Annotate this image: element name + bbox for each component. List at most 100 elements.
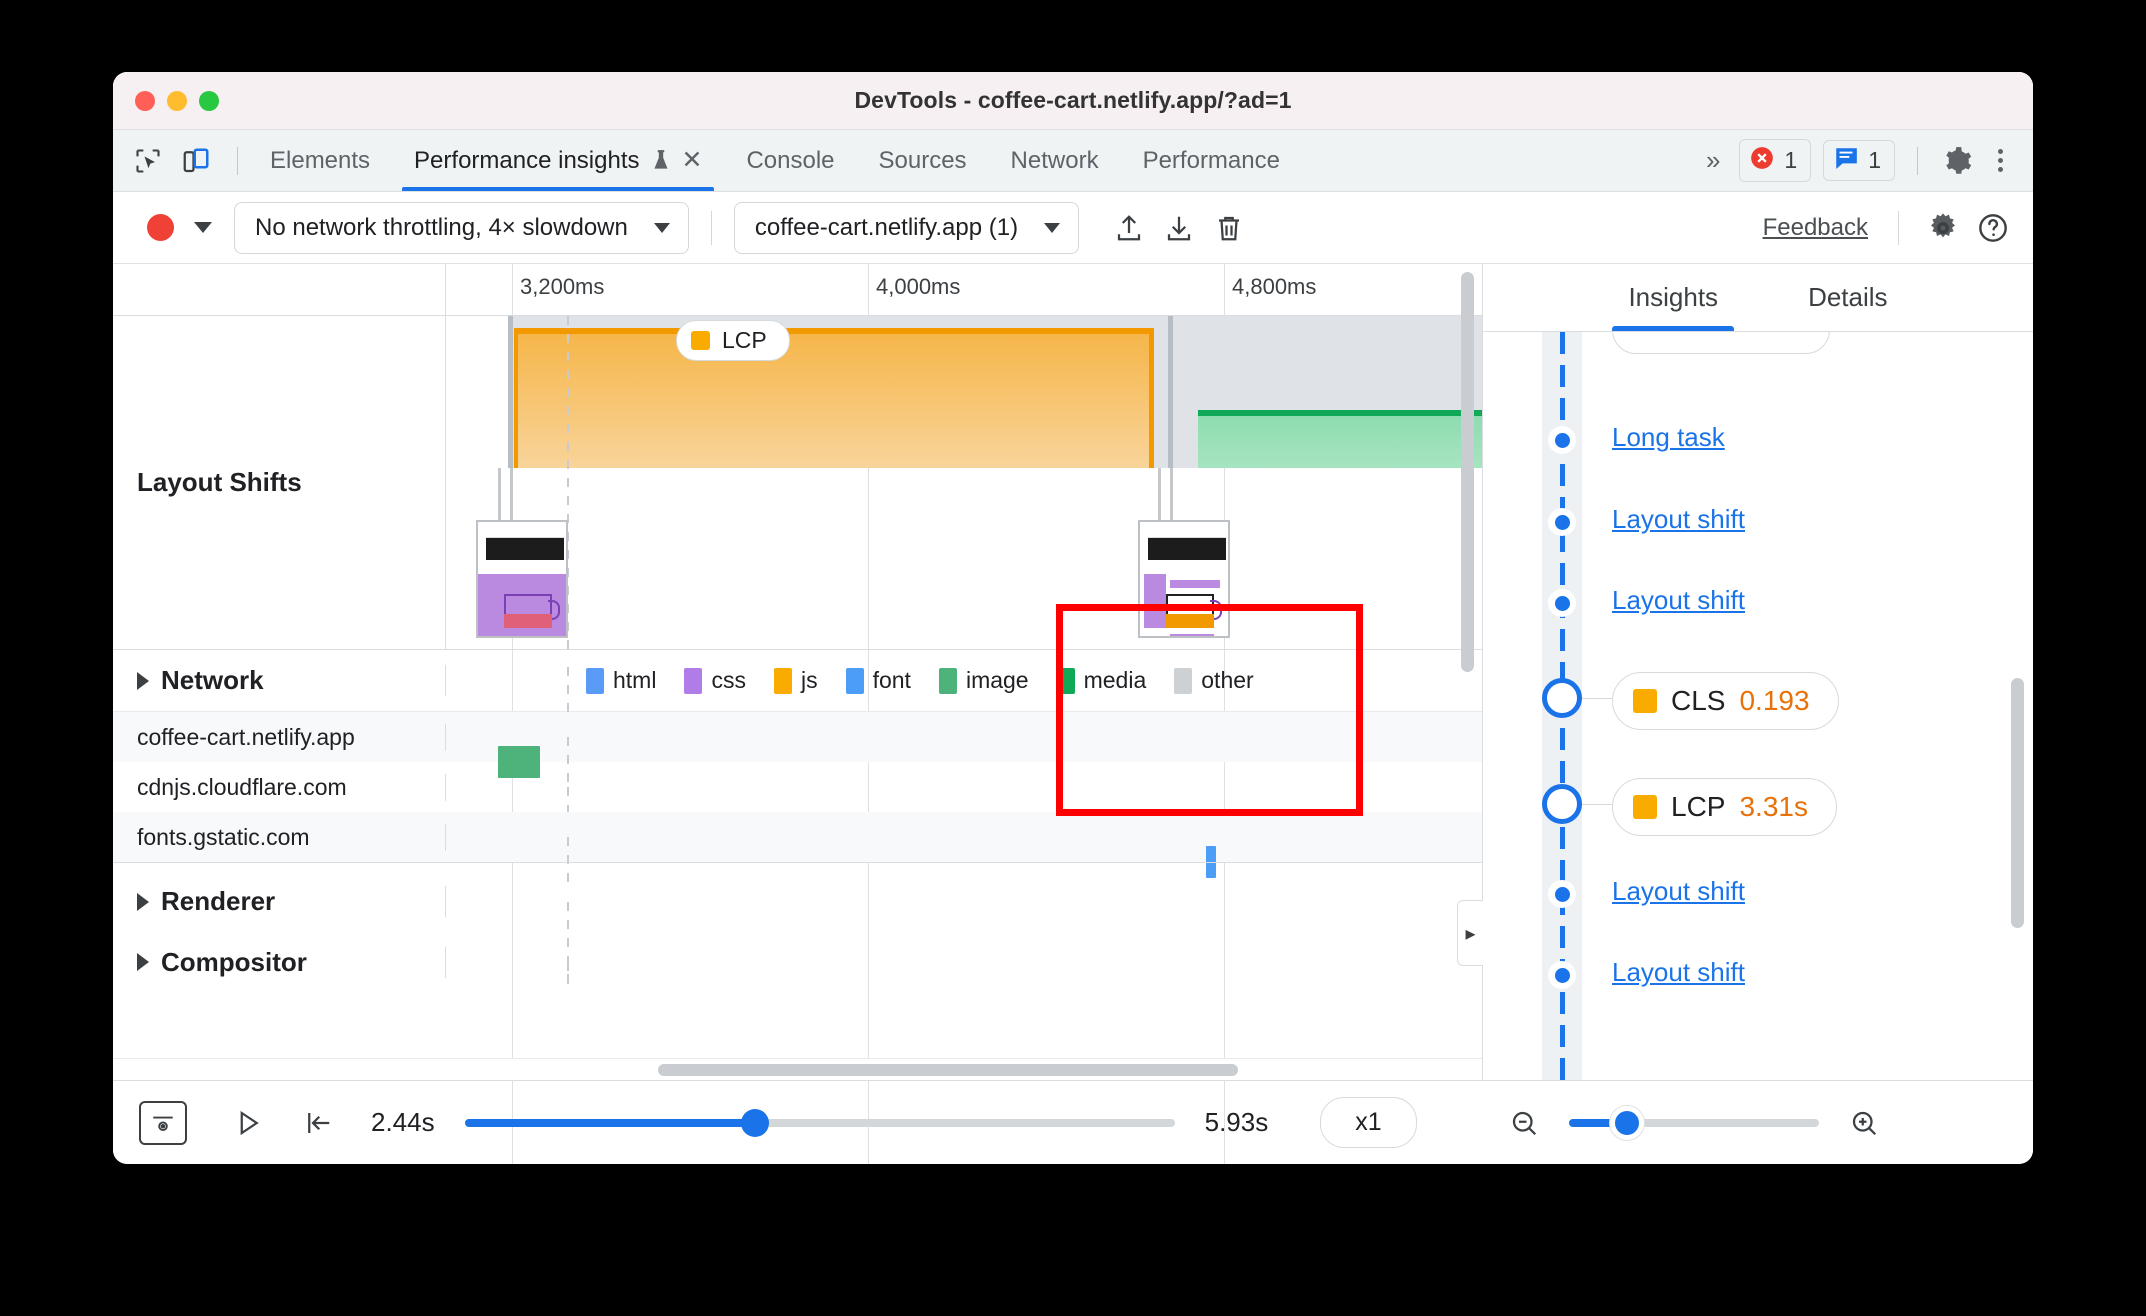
insight-link-layout-shift[interactable]: Layout shift <box>1612 957 1745 988</box>
download-icon[interactable] <box>1157 206 1201 250</box>
expand-triangle-icon[interactable] <box>137 671 149 690</box>
request-name: coffee-cart.netlify.app <box>113 723 446 751</box>
inspect-cursor-icon[interactable] <box>131 144 165 178</box>
record-circle-icon[interactable] <box>147 214 174 241</box>
insights-list: Long task Layout shift Layout shift CLS … <box>1483 332 2033 1080</box>
insight-link-layout-shift[interactable]: Layout shift <box>1612 504 1745 535</box>
message-count-badge[interactable]: 1 <box>1823 140 1895 181</box>
tab-performance[interactable]: Performance <box>1121 130 1302 191</box>
list-item[interactable]: CLS 0.193 <box>1483 672 2033 744</box>
upload-icon[interactable] <box>1107 206 1151 250</box>
tab-network[interactable]: Network <box>989 130 1121 191</box>
insights-pane: Insights Details Long task Layout shift <box>1483 264 2033 1080</box>
timeline-node-dot <box>1548 961 1576 989</box>
window-title: DevTools - coffee-cart.netlify.app/?ad=1 <box>854 87 1292 113</box>
timeline-node-ring <box>1542 678 1582 718</box>
screenshot-thumbnail[interactable] <box>476 520 568 638</box>
expand-triangle-icon[interactable] <box>137 953 149 971</box>
insights-vertical-scrollbar[interactable] <box>2011 678 2024 928</box>
track-renderer[interactable]: Renderer <box>113 862 1482 980</box>
cls-metric-chip[interactable]: CLS 0.193 <box>1612 672 1839 730</box>
track-compositor[interactable]: Compositor <box>113 940 1482 984</box>
list-item[interactable]: Layout shift <box>1483 876 2033 926</box>
expand-triangle-icon[interactable] <box>137 892 149 911</box>
legend-item-js: js <box>773 667 818 694</box>
tab-elements[interactable]: Elements <box>248 130 392 191</box>
tab-sources[interactable]: Sources <box>857 130 989 191</box>
page-select-value: coffee-cart.netlify.app (1) <box>754 213 1019 241</box>
chevron-down-icon <box>653 222 670 233</box>
playhead-dashed-line <box>567 962 569 984</box>
lcp-value: 3.31s <box>1739 791 1808 822</box>
zoom-slider[interactable] <box>1568 1105 1819 1140</box>
zoom-out-icon[interactable] <box>1497 1096 1551 1150</box>
track-name-cell[interactable]: Renderer <box>113 886 446 917</box>
help-question-icon[interactable] <box>1971 206 2015 250</box>
capture-settings-gear-icon[interactable] <box>1921 206 1965 250</box>
timeline-node-dot <box>1548 589 1576 617</box>
table-row[interactable]: fonts.gstatic.com <box>113 812 1482 887</box>
device-toggle-icon[interactable] <box>179 144 213 178</box>
gear-icon[interactable] <box>1940 144 1974 178</box>
track-label: Layout Shifts <box>137 467 302 497</box>
devtools-window: DevTools - coffee-cart.netlify.app/?ad=1… <box>113 72 2033 1164</box>
tab-console[interactable]: Console <box>724 130 856 191</box>
page-select[interactable]: coffee-cart.netlify.app (1) <box>733 201 1080 254</box>
tab-bar-status: » 1 1 <box>1696 130 2033 191</box>
track-name-cell: Layout Shifts <box>113 316 446 649</box>
message-count: 1 <box>1868 147 1881 173</box>
tick-label: 3,200ms <box>520 274 605 299</box>
insight-link-long-task[interactable]: Long task <box>1612 422 1725 453</box>
trash-icon[interactable] <box>1207 206 1251 250</box>
kebab-menu-icon[interactable] <box>1986 143 2015 178</box>
track-label: Compositor <box>161 946 307 977</box>
media-activity-region[interactable] <box>1198 410 1482 468</box>
timeline-node-dot <box>1548 508 1576 536</box>
jump-to-start-icon[interactable] <box>291 1096 345 1150</box>
tab-insights[interactable]: Insights <box>1612 264 1734 331</box>
caret-down-icon[interactable] <box>194 222 212 233</box>
more-tabs-chevron-icon[interactable]: » <box>1696 145 1727 176</box>
tab-details[interactable]: Details <box>1792 264 1903 331</box>
list-item[interactable]: Long task <box>1483 422 2033 472</box>
thumbnail-image <box>476 520 568 638</box>
insight-link-layout-shift[interactable]: Layout shift <box>1612 876 1745 907</box>
list-item[interactable]: LCP 3.31s <box>1483 778 2033 850</box>
list-item[interactable]: Layout shift <box>1483 504 2033 554</box>
tab-label: Console <box>746 146 835 174</box>
track-name-cell[interactable]: Compositor <box>113 946 446 978</box>
error-count-badge[interactable]: 1 <box>1739 139 1812 182</box>
feedback-link[interactable]: Feedback <box>1763 214 1868 242</box>
list-item[interactable]: Layout shift <box>1483 585 2033 635</box>
playback-toolbar: 2.44s 5.93s x1 <box>113 1080 2033 1164</box>
timeline-horizontal-scrollbar[interactable] <box>113 1058 1482 1080</box>
time-range-slider[interactable] <box>464 1108 1175 1137</box>
timeline-vertical-scrollbar[interactable] <box>1461 272 1474 672</box>
zoom-in-icon[interactable] <box>1837 1096 1891 1150</box>
list-item[interactable]: Layout shift <box>1483 957 2033 1007</box>
lcp-activity-region[interactable] <box>514 328 1154 468</box>
tab-bar-tools <box>113 130 248 191</box>
tick-label: 4,800ms <box>1232 274 1317 299</box>
expand-sidebar-button[interactable]: ▸ <box>1457 900 1483 966</box>
track-name-cell[interactable]: Network <box>113 665 446 696</box>
legend-label: font <box>872 667 911 693</box>
close-tab-icon[interactable]: ✕ <box>681 148 702 173</box>
toolbar-divider <box>710 210 712 245</box>
tab-performance-insights[interactable]: Performance insights ✕ <box>392 130 724 191</box>
thumbnail-leader <box>510 468 513 520</box>
play-icon[interactable] <box>221 1096 275 1150</box>
title-bar: DevTools - coffee-cart.netlify.app/?ad=1 <box>113 72 2033 130</box>
cls-color-swatch <box>1633 689 1657 713</box>
filmstrip-toggle-icon[interactable] <box>139 1100 187 1145</box>
layout-shifts-track[interactable] <box>446 316 1482 650</box>
playback-speed-button[interactable]: x1 <box>1320 1097 1417 1148</box>
lcp-color-swatch <box>1633 795 1657 819</box>
insight-link-layout-shift[interactable]: Layout shift <box>1612 585 1745 616</box>
throttling-select[interactable]: No network throttling, 4× slowdown <box>234 201 689 254</box>
lcp-metric-chip[interactable]: LCP 3.31s <box>1612 778 1837 836</box>
timeline-pane: 3,200ms 4,000ms 4,800ms LCP Layout Shift… <box>113 264 1483 1164</box>
scrollbar-thumb[interactable] <box>658 1064 1238 1076</box>
devtools-tab-bar: Elements Performance insights ✕ Console … <box>113 130 2033 192</box>
lcp-timeline-marker[interactable]: LCP <box>676 320 790 361</box>
